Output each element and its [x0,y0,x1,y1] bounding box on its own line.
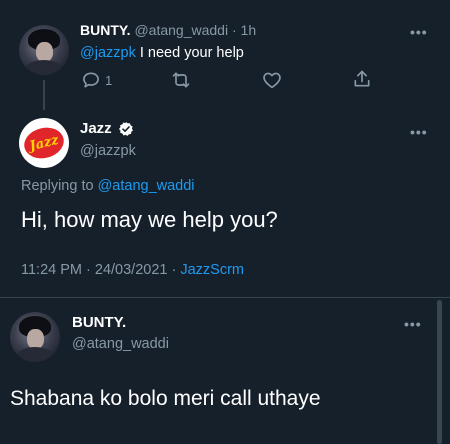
tweet1-separator: · [231,22,237,38]
avatar-jazz[interactable]: Jazz [19,118,69,168]
tweet3-more-icon[interactable]: ••• [404,316,422,332]
tweet2-author-name: Jazz [80,120,112,137]
reply-icon [81,70,101,90]
tweet2-text: Hi, how may we help you? [21,207,278,232]
reply-count: 1 [105,72,113,88]
like-button[interactable] [262,71,282,89]
replying-to-label: Replying to [21,178,98,194]
share-button[interactable] [352,69,372,89]
tweet2-timestamp[interactable]: 11:24 PM · 24/03/2021 · [21,262,180,278]
tweet1-header: BUNTY. @atang_waddi · 1h [80,22,256,38]
tweet1-time[interactable]: 1h [241,22,257,38]
tweet1-author-name[interactable]: BUNTY. [80,22,131,38]
retweet-icon [170,70,192,90]
heart-icon [262,71,282,89]
retweet-button[interactable] [170,70,192,90]
avatar-bunty-reply[interactable] [10,312,60,362]
tweet1-mention-link[interactable]: @jazzpk [80,45,136,61]
reply-button[interactable]: 1 [81,70,112,90]
tweet1-text: I need your help [135,45,244,61]
avatar-bunty[interactable] [19,25,69,75]
tweet2-meta: 11:24 PM · 24/03/2021 · JazzScrm [21,262,244,278]
thread-line [43,80,45,110]
tweet3-text: Shabana ko bolo meri call uthaye [10,387,321,410]
share-icon [352,69,372,89]
verified-badge-icon [118,121,134,137]
tweet2-author[interactable]: Jazz [80,120,134,137]
tweet2-more-icon[interactable]: ••• [410,124,428,140]
tweet1-author-handle[interactable]: @atang_waddi [134,22,228,38]
replying-to: Replying to @atang_waddi [21,178,195,194]
tweet1-more-icon[interactable]: ••• [410,24,428,40]
jazz-logo-icon: Jazz [20,123,68,163]
divider [0,297,450,298]
tweet2-source-link[interactable]: JazzScrm [180,262,244,278]
tweet2-author-handle[interactable]: @jazzpk [80,143,136,159]
tweet1-body: @jazzpk I need your help [80,45,244,61]
tweet3-author-name[interactable]: BUNTY. [72,314,126,331]
scrollbar[interactable] [437,300,442,444]
replying-to-handle[interactable]: @atang_waddi [98,178,195,194]
tweet3-author-handle[interactable]: @atang_waddi [72,336,169,352]
